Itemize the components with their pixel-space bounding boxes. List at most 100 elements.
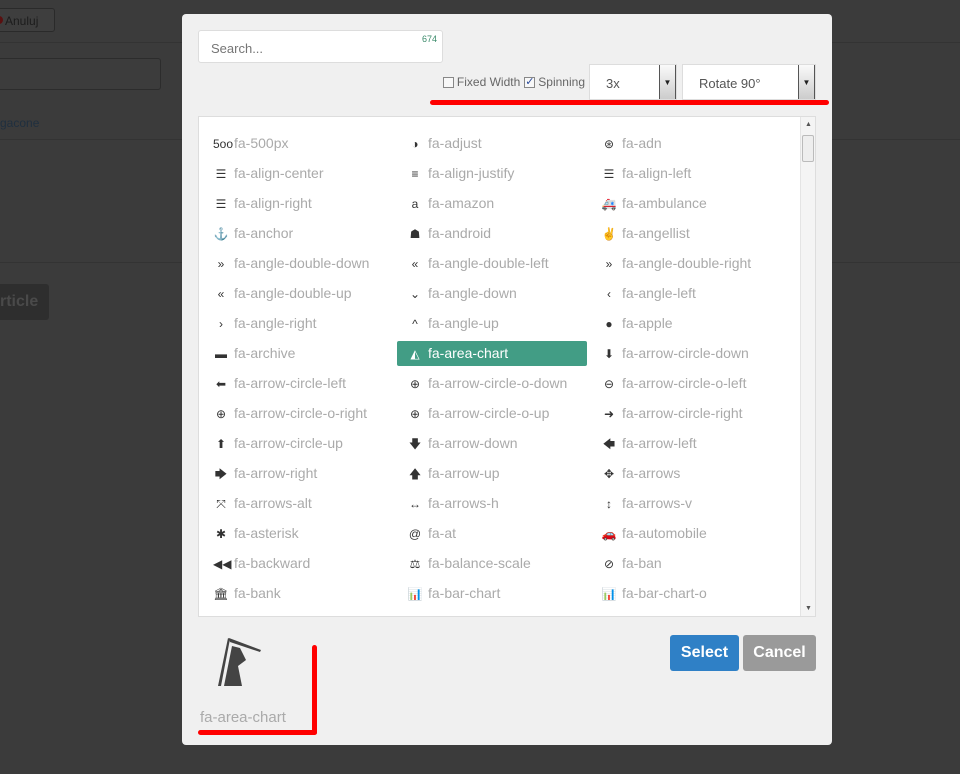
icon-list-item[interactable]: ☰ fa-align-left	[591, 161, 781, 186]
icon-list-item[interactable]: 🡅 fa-arrow-up	[397, 461, 587, 486]
icon-list-item[interactable]: ⊖ fa-arrow-circle-o-left	[591, 371, 781, 396]
icon-list-item[interactable]: 🏛 fa-bank	[203, 581, 393, 606]
icon-list-item[interactable]: ✌ fa-angellist	[591, 221, 781, 246]
arrow-circle-up-icon: ⬆	[215, 437, 227, 451]
icon-list-item[interactable]: ⬆ fa-arrow-circle-up	[203, 431, 393, 456]
icon-name: fa-adn	[622, 135, 662, 151]
icon-list-item[interactable]: ↔ fa-arrows-h	[397, 491, 587, 516]
icon-list-item[interactable]: ^ fa-angle-up	[397, 311, 587, 336]
icon-list-item[interactable]: « fa-angle-double-up	[203, 281, 393, 306]
icon-list-item[interactable]: ‹ fa-angle-left	[591, 281, 781, 306]
icon-list-item[interactable]: ⌄ fa-angle-down	[397, 281, 587, 306]
icon-name: fa-amazon	[428, 195, 495, 211]
scroll-up-icon[interactable]: ▲	[801, 121, 815, 128]
cancel-button[interactable]: Cancel	[743, 635, 816, 671]
icon-name: fa-android	[428, 225, 492, 241]
angellist-icon: ✌	[601, 227, 617, 241]
icon-list-item[interactable]: 🡄 fa-arrow-left	[591, 431, 781, 456]
automobile-icon: 🚗	[601, 527, 617, 541]
android-icon: ☗	[409, 227, 421, 241]
icon-list-item[interactable]: 📊 fa-bar-chart	[397, 581, 587, 606]
icon-name: fa-angle-down	[428, 285, 517, 301]
icon-name: fa-bar-chart-o	[622, 585, 707, 601]
scroll-down-icon[interactable]: ▼	[801, 605, 815, 612]
icon-name: fa-angle-double-up	[234, 285, 352, 301]
icon-list-item[interactable]: 🚗 fa-automobile	[591, 521, 781, 546]
icon-list-item[interactable]: ◭ fa-area-chart	[397, 341, 587, 366]
icon-picker-modal: 674 Fixed Width Spinning 3x ▼ Rotate 90° ▼…	[182, 14, 832, 745]
icon-list-item[interactable]: ↕ fa-arrows-v	[591, 491, 781, 516]
balance-scale-icon: ⚖	[409, 557, 421, 571]
scrollbar[interactable]: ▲ ▼	[800, 117, 815, 616]
angle-left-icon: ‹	[607, 287, 611, 301]
icon-list-item[interactable]: ⤧ fa-arrows-alt	[203, 491, 393, 516]
apple-icon: ●	[605, 317, 613, 331]
chevron-down-icon[interactable]: ▼	[659, 65, 676, 99]
icon-name: fa-angle-up	[428, 315, 499, 331]
icon-name: fa-bar-chart	[428, 585, 501, 601]
icon-list-item[interactable]: ➜ fa-arrow-circle-right	[591, 401, 781, 426]
icon-name: fa-archive	[234, 345, 296, 361]
icon-name: fa-arrow-circle-up	[234, 435, 343, 451]
align-left-icon: ☰	[603, 167, 615, 181]
icon-list-item[interactable]: › fa-angle-right	[203, 311, 393, 336]
arrow-circle-o-up-icon: ⊕	[409, 407, 421, 421]
angle-double-down-icon: »	[217, 257, 225, 271]
angle-right-icon: ›	[219, 317, 223, 331]
arrows-v-icon: ↕	[606, 497, 612, 511]
icon-list-item[interactable]: ◑ fa-adjust	[397, 131, 587, 156]
icon-name: fa-arrow-circle-right	[622, 405, 743, 421]
icon-list-item[interactable]: » fa-angle-double-down	[203, 251, 393, 276]
icon-list-item[interactable]: ⬅ fa-arrow-circle-left	[203, 371, 393, 396]
adn-icon: ⊛	[603, 137, 615, 151]
chevron-down-icon[interactable]: ▼	[798, 65, 815, 99]
icon-name: fa-align-right	[234, 195, 312, 211]
align-justify-icon: ≡	[411, 167, 419, 181]
arrows-h-icon: ↔	[409, 497, 421, 511]
icon-list-item[interactable]: ⚖ fa-balance-scale	[397, 551, 587, 576]
icon-list-item[interactable]: ☰ fa-align-right	[203, 191, 393, 216]
spinning-checkbox[interactable]	[524, 75, 536, 88]
icon-list-item[interactable]: ☗ fa-android	[397, 221, 587, 246]
options-bar: Fixed Width Spinning 3x ▼ Rotate 90° ▼	[439, 64, 816, 100]
spinning-label: Spinning	[538, 75, 585, 89]
icon-list-item[interactable]: ⊕ fa-arrow-circle-o-right	[203, 401, 393, 426]
size-select[interactable]: 3x ▼	[589, 64, 677, 100]
icon-list-item[interactable]: 🡇 fa-arrow-down	[397, 431, 587, 456]
icon-list-item[interactable]: ● fa-apple	[591, 311, 781, 336]
icon-list-item[interactable]: ≡ fa-align-justify	[397, 161, 587, 186]
arrow-circle-o-down-icon: ⊕	[409, 377, 421, 391]
icon-name: fa-arrow-down	[428, 435, 518, 451]
icon-list-item[interactable]: ⊛ fa-adn	[591, 131, 781, 156]
icon-list-item[interactable]: « fa-angle-double-left	[397, 251, 587, 276]
icon-list-item[interactable]: ⊕ fa-arrow-circle-o-up	[397, 401, 587, 426]
search-input[interactable]	[199, 31, 442, 66]
icon-list-item[interactable]: ⚓ fa-anchor	[203, 221, 393, 246]
scroll-thumb[interactable]	[802, 135, 814, 162]
select-button[interactable]: Select	[670, 635, 739, 671]
icon-name: fa-apple	[622, 315, 673, 331]
icon-name: fa-backward	[234, 555, 311, 571]
icon-list-item[interactable]: @ fa-at	[397, 521, 587, 546]
icon-list-item[interactable]: 🚑 fa-ambulance	[591, 191, 781, 216]
rotate-select[interactable]: Rotate 90° ▼	[682, 64, 816, 100]
icon-name: fa-arrows-h	[428, 495, 499, 511]
icon-name: fa-angle-double-left	[428, 255, 549, 271]
background-article-button: rticle	[0, 284, 49, 320]
icon-list-item[interactable]: 📊 fa-bar-chart-o	[591, 581, 781, 606]
icon-list-item[interactable]: » fa-angle-double-right	[591, 251, 781, 276]
icon-list-item[interactable]: ▬ fa-archive	[203, 341, 393, 366]
icon-list-item[interactable]: ⊘ fa-ban	[591, 551, 781, 576]
background-cancel-button: Anuluj	[0, 8, 55, 32]
icon-list-item[interactable]: 🡆 fa-arrow-right	[203, 461, 393, 486]
icon-list-item[interactable]: ◀◀ fa-backward	[203, 551, 393, 576]
icon-list-item[interactable]: ⊕ fa-arrow-circle-o-down	[397, 371, 587, 396]
500px-icon: 5oo	[213, 137, 234, 151]
icon-list-item[interactable]: ⬇ fa-arrow-circle-down	[591, 341, 781, 366]
icon-list-item[interactable]: ☰ fa-align-center	[203, 161, 393, 186]
icon-list-item[interactable]: ✥ fa-arrows	[591, 461, 781, 486]
icon-list-item[interactable]: 5oofa-500px	[203, 131, 393, 156]
icon-list-item[interactable]: ✱ fa-asterisk	[203, 521, 393, 546]
icon-list-item[interactable]: a fa-amazon	[397, 191, 587, 216]
fixed-width-checkbox[interactable]	[442, 76, 454, 88]
